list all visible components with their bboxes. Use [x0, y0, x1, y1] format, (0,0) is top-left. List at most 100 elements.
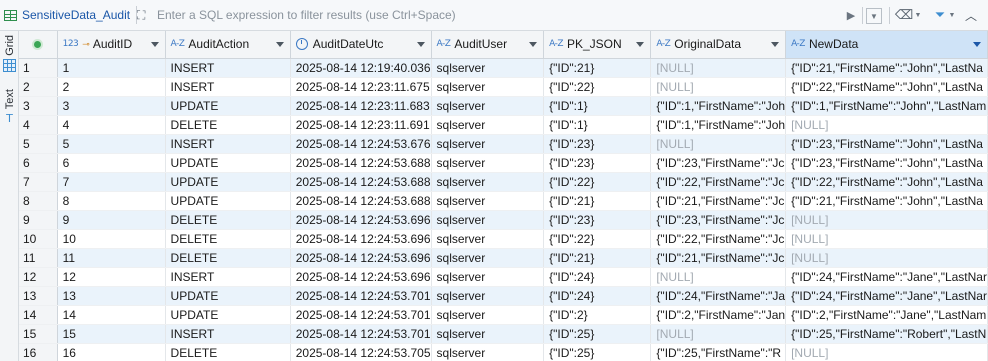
cell-auditdateutc[interactable]: 2025-08-14 12:24:53.688	[290, 191, 432, 211]
cell-auditdateutc[interactable]: 2025-08-14 12:24:53.701	[290, 324, 432, 344]
cell-auditaction[interactable]: UPDATE	[165, 305, 291, 325]
table-row[interactable]: 6 6 UPDATE 2025-08-14 12:24:53.688 sqlserver…	[19, 153, 988, 173]
cell-auditdateutc[interactable]: 2025-08-14 12:24:53.696	[290, 229, 432, 249]
cell-pk-json[interactable]: {"ID":22}	[543, 77, 652, 97]
table-row[interactable]: 11 11 DELETE 2025-08-14 12:24:53.696 sqlserv…	[19, 248, 988, 268]
cell-audituser[interactable]: sqlserver	[431, 172, 545, 192]
cell-auditid[interactable]: 9	[57, 210, 166, 230]
cell-auditid[interactable]: 8	[57, 191, 166, 211]
cell-originaldata[interactable]: {"ID":24,"FirstName":"Ja	[650, 286, 787, 306]
cell-auditid[interactable]: 10	[57, 229, 166, 249]
sort-arrow-icon[interactable]	[275, 42, 284, 47]
chevron-up-icon[interactable]: ︿	[963, 6, 979, 24]
cell-originaldata[interactable]: {"ID":1,"FirstName":"Joh	[650, 115, 787, 135]
cell-auditid[interactable]: 14	[57, 305, 166, 325]
column-header-audituser[interactable]: A-Z AuditUser	[431, 31, 545, 59]
cell-auditdateutc[interactable]: 2025-08-14 12:23:11.683	[290, 96, 432, 116]
table-row[interactable]: 3 3 UPDATE 2025-08-14 12:23:11.683 sqlserver…	[19, 96, 988, 116]
cell-pk-json[interactable]: {"ID":21}	[543, 58, 652, 78]
row-number[interactable]: 9	[19, 210, 58, 230]
table-row[interactable]: 12 12 INSERT 2025-08-14 12:24:53.696 sqlserv…	[19, 267, 988, 287]
cell-originaldata[interactable]: {"ID":1,"FirstName":"Joh	[650, 96, 787, 116]
cell-newdata[interactable]: {"ID":21,"FirstName":"John","LastNa	[785, 191, 988, 211]
cell-originaldata[interactable]: [NULL]	[650, 267, 787, 287]
cell-originaldata[interactable]: {"ID":22,"FirstName":"Jc	[650, 229, 787, 249]
cell-pk-json[interactable]: {"ID":1}	[543, 115, 652, 135]
row-number[interactable]: 15	[19, 324, 58, 344]
cell-pk-json[interactable]: {"ID":22}	[543, 172, 652, 192]
row-number[interactable]: 8	[19, 191, 58, 211]
play-icon[interactable]: ▶	[845, 6, 857, 24]
cell-pk-json[interactable]: {"ID":23}	[543, 153, 652, 173]
cell-originaldata[interactable]: {"ID":23,"FirstName":"Jc	[650, 210, 787, 230]
row-number[interactable]: 13	[19, 286, 58, 306]
cell-pk-json[interactable]: {"ID":2}	[543, 305, 652, 325]
table-row[interactable]: 13 13 UPDATE 2025-08-14 12:24:53.701 sqlserv…	[19, 286, 988, 306]
filter-dropdown-icon[interactable]: ▼	[948, 6, 956, 24]
row-number[interactable]: 12	[19, 267, 58, 287]
cell-audituser[interactable]: sqlserver	[431, 96, 545, 116]
sort-arrow-icon[interactable]	[636, 42, 645, 47]
cell-audituser[interactable]: sqlserver	[431, 153, 545, 173]
sort-arrow-icon[interactable]	[529, 42, 538, 47]
cell-auditaction[interactable]: UPDATE	[165, 286, 291, 306]
sort-arrow-icon[interactable]	[416, 42, 425, 47]
row-number[interactable]: 11	[19, 248, 58, 268]
cell-audituser[interactable]: sqlserver	[431, 324, 545, 344]
cell-auditid[interactable]: 1	[57, 58, 166, 78]
cell-auditid[interactable]: 15	[57, 324, 166, 344]
cell-auditdateutc[interactable]: 2025-08-14 12:19:40.036	[290, 58, 432, 78]
row-number[interactable]: 16	[19, 343, 58, 361]
table-row[interactable]: 9 9 DELETE 2025-08-14 12:24:53.696 sqlserver…	[19, 210, 988, 230]
cell-auditaction[interactable]: DELETE	[165, 343, 291, 361]
cell-auditaction[interactable]: INSERT	[165, 324, 291, 344]
tab-grid[interactable]: Grid	[0, 35, 19, 72]
filter-icon[interactable]: ⏷	[933, 6, 947, 24]
cell-audituser[interactable]: sqlserver	[431, 267, 545, 287]
cell-pk-json[interactable]: {"ID":24}	[543, 286, 652, 306]
cell-newdata[interactable]: {"ID":21,"FirstName":"John","LastNa	[785, 58, 988, 78]
table-row[interactable]: 7 7 UPDATE 2025-08-14 12:24:53.688 sqlserver…	[19, 172, 988, 192]
cell-originaldata[interactable]: {"ID":25,"FirstName":"R	[650, 343, 787, 361]
cell-newdata[interactable]: [NULL]	[785, 343, 988, 361]
table-row[interactable]: 16 16 DELETE 2025-08-14 12:24:53.705 sqlserv…	[19, 343, 988, 361]
cell-audituser[interactable]: sqlserver	[431, 115, 545, 135]
cell-auditdateutc[interactable]: 2025-08-14 12:24:53.705	[290, 343, 432, 361]
row-number[interactable]: 14	[19, 305, 58, 325]
cell-auditdateutc[interactable]: 2025-08-14 12:24:53.676	[290, 134, 432, 154]
cell-newdata[interactable]: [NULL]	[785, 115, 988, 135]
cell-auditid[interactable]: 6	[57, 153, 166, 173]
cell-pk-json[interactable]: {"ID":21}	[543, 248, 652, 268]
row-number[interactable]: 3	[19, 96, 58, 116]
cell-auditaction[interactable]: DELETE	[165, 115, 291, 135]
cell-pk-json[interactable]: {"ID":24}	[543, 267, 652, 287]
cell-audituser[interactable]: sqlserver	[431, 134, 545, 154]
cell-auditaction[interactable]: DELETE	[165, 248, 291, 268]
cell-auditid[interactable]: 2	[57, 77, 166, 97]
cell-originaldata[interactable]: [NULL]	[650, 324, 787, 344]
column-header-originaldata[interactable]: A-Z OriginalData	[650, 31, 787, 59]
row-number[interactable]: 5	[19, 134, 58, 154]
cell-audituser[interactable]: sqlserver	[431, 248, 545, 268]
table-row[interactable]: 2 2 INSERT 2025-08-14 12:23:11.675 sqlserver…	[19, 77, 988, 97]
eraser-icon[interactable]: ⌫	[895, 6, 913, 24]
cell-newdata[interactable]: {"ID":2,"FirstName":"Jane","LastNam	[785, 305, 988, 325]
history-dropdown-icon[interactable]: ▼	[866, 8, 882, 24]
cell-auditaction[interactable]: INSERT	[165, 134, 291, 154]
cell-pk-json[interactable]: {"ID":1}	[543, 96, 652, 116]
eraser-dropdown-icon[interactable]: ▼	[914, 6, 922, 24]
cell-pk-json[interactable]: {"ID":25}	[543, 343, 652, 361]
column-header-auditid[interactable]: 123 ⊸ AuditID	[57, 31, 166, 59]
cell-auditdateutc[interactable]: 2025-08-14 12:24:53.696	[290, 267, 432, 287]
cell-auditid[interactable]: 7	[57, 172, 166, 192]
row-number[interactable]: 7	[19, 172, 58, 192]
cell-originaldata[interactable]: [NULL]	[650, 134, 787, 154]
row-number[interactable]: 10	[19, 229, 58, 249]
cell-originaldata[interactable]: {"ID":23,"FirstName":"Jc	[650, 153, 787, 173]
column-header-auditaction[interactable]: A-Z AuditAction	[165, 31, 291, 59]
cell-auditaction[interactable]: UPDATE	[165, 172, 291, 192]
cell-originaldata[interactable]: {"ID":21,"FirstName":"Jc	[650, 191, 787, 211]
cell-originaldata[interactable]: {"ID":22,"FirstName":"Jc	[650, 172, 787, 192]
table-row[interactable]: 1 1 INSERT 2025-08-14 12:19:40.036 sqlserver…	[19, 58, 988, 78]
table-row[interactable]: 4 4 DELETE 2025-08-14 12:23:11.691 sqlserver…	[19, 115, 988, 135]
